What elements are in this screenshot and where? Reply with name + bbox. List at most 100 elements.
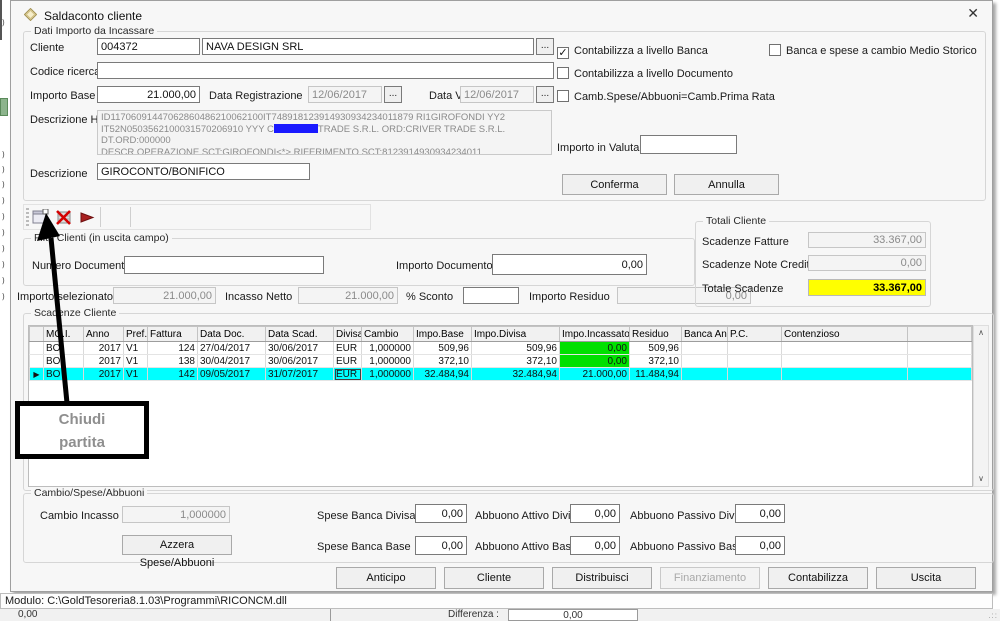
cell[interactable]	[682, 342, 728, 355]
cell[interactable]	[682, 355, 728, 368]
cell[interactable]: 138	[148, 355, 198, 368]
cell[interactable]: BO	[44, 355, 84, 368]
scroll-up-icon[interactable]: ∧	[974, 326, 988, 340]
cliente-lookup-button[interactable]: ...	[536, 38, 554, 55]
cambio-incasso-field[interactable]	[122, 506, 230, 523]
cell[interactable]	[728, 355, 782, 368]
cell[interactable]	[782, 342, 908, 355]
cell[interactable]	[782, 355, 908, 368]
distribuisci-button[interactable]: Distribuisci	[552, 567, 652, 589]
checkbox-contabilizza-banca[interactable]: ✓Contabilizza a livello Banca	[557, 41, 708, 59]
checkbox-banca-spese-medio-storico[interactable]: Banca e spese a cambio Medio Storico	[769, 41, 977, 59]
column-header[interactable]: Pref.	[124, 327, 148, 342]
table-row[interactable]: BO2017V113830/04/201730/06/2017EUR1,0000…	[30, 355, 972, 368]
cell[interactable]: 30/06/2017	[266, 342, 334, 355]
cell[interactable]: V1	[124, 342, 148, 355]
vertical-scrollbar[interactable]: ∧ ∨	[973, 325, 989, 487]
column-header[interactable]: Divisa	[334, 327, 362, 342]
importo-base-field[interactable]	[97, 86, 200, 103]
cliente-name-field[interactable]	[202, 38, 534, 55]
close-item-icon[interactable]	[55, 209, 73, 226]
column-header[interactable]: P.C.	[728, 327, 782, 342]
cell[interactable]	[682, 368, 728, 381]
checkbox-contabilizza-documento[interactable]: Contabilizza a livello Documento	[557, 64, 733, 82]
cell[interactable]: 124	[148, 342, 198, 355]
cell[interactable]: 2017	[84, 342, 124, 355]
table-row[interactable]: ▶BO2017V114209/05/201731/07/2017EUR1,000…	[30, 368, 972, 381]
descrizione-field[interactable]	[97, 163, 310, 180]
cell[interactable]: V1	[124, 355, 148, 368]
cell[interactable]: 509,96	[414, 342, 472, 355]
uscita-button[interactable]: Uscita	[876, 567, 976, 589]
spese-banca-base-field[interactable]	[415, 536, 467, 555]
cell[interactable]: 2017	[84, 355, 124, 368]
row-marker-cell[interactable]	[30, 342, 44, 355]
cliente-button[interactable]: Cliente	[444, 567, 544, 589]
cell[interactable]: 2017	[84, 368, 124, 381]
cell[interactable]: 09/05/2017	[198, 368, 266, 381]
abbuono-passivo-divisa-field[interactable]	[735, 504, 785, 523]
cell[interactable]: 0,00	[560, 342, 630, 355]
checkbox-contabilizza-documento-box[interactable]	[557, 67, 569, 79]
scroll-down-icon[interactable]: ∨	[974, 472, 988, 486]
cell[interactable]: 30/04/2017	[198, 355, 266, 368]
cell[interactable]: 32.484,94	[414, 368, 472, 381]
cell[interactable]: 372,10	[630, 355, 682, 368]
cell[interactable]: 142	[148, 368, 198, 381]
cell[interactable]	[728, 342, 782, 355]
anticipo-button[interactable]: Anticipo	[336, 567, 436, 589]
sconto-field[interactable]	[463, 287, 519, 304]
data-valuta-lookup-button[interactable]: ...	[536, 86, 554, 103]
row-marker-cell[interactable]	[30, 355, 44, 368]
abbuono-attivo-base-field[interactable]	[570, 536, 620, 555]
column-header[interactable]: Impo.Base	[414, 327, 472, 342]
cell[interactable]: 1,000000	[362, 368, 414, 381]
cell[interactable]: 32.484,94	[472, 368, 560, 381]
cell[interactable]: 509,96	[472, 342, 560, 355]
checkbox-banca-spese-medio-storico-box[interactable]	[769, 44, 781, 56]
table-row[interactable]: BO2017V112427/04/201730/06/2017EUR1,0000…	[30, 342, 972, 355]
cell[interactable]: EUR	[334, 368, 362, 381]
cell[interactable]: EUR	[334, 355, 362, 368]
column-header[interactable]: Banca Ant.	[682, 327, 728, 342]
checkbox-camb-spese-abbuoni[interactable]: Camb.Spese/Abbuoni=Camb.Prima Rata	[557, 87, 775, 105]
row-marker-cell[interactable]: ▶	[30, 368, 44, 381]
column-header[interactable]: Impo.Incassato	[560, 327, 630, 342]
cell[interactable]: 372,10	[472, 355, 560, 368]
toolbar-grip[interactable]	[26, 208, 29, 226]
checkbox-camb-spese-abbuoni-box[interactable]	[557, 90, 569, 102]
abbuono-attivo-divisa-field[interactable]	[570, 504, 620, 523]
close-icon[interactable]: ✕	[967, 6, 979, 20]
cell[interactable]: 1,000000	[362, 355, 414, 368]
cell[interactable]: V1	[124, 368, 148, 381]
cell[interactable]: 31/07/2017	[266, 368, 334, 381]
red-arrow-icon[interactable]	[79, 209, 97, 226]
cell[interactable]: BO	[44, 368, 84, 381]
conferma-button[interactable]: Conferma	[562, 174, 667, 195]
contabilizza-button[interactable]: Contabilizza	[768, 567, 868, 589]
cell[interactable]: 27/04/2017	[198, 342, 266, 355]
importo-documento-field[interactable]	[492, 254, 647, 275]
cell[interactable]: 1,000000	[362, 342, 414, 355]
cell[interactable]	[782, 368, 908, 381]
numero-documento-field[interactable]	[124, 256, 324, 274]
data-registrazione-field[interactable]	[308, 86, 382, 103]
importo-selezionato-field[interactable]	[113, 287, 216, 304]
cell[interactable]: 30/06/2017	[266, 355, 334, 368]
codice-ricerca-field[interactable]	[97, 62, 554, 79]
cliente-code-field[interactable]	[97, 38, 200, 55]
abbuono-passivo-base-field[interactable]	[735, 536, 785, 555]
finanziamento-button[interactable]: Finanziamento	[660, 567, 760, 589]
spese-banca-divisa-field[interactable]	[415, 504, 467, 523]
column-header[interactable]: Cambio	[362, 327, 414, 342]
cell[interactable]: EUR	[334, 342, 362, 355]
scadenze-fatture-field[interactable]	[808, 232, 926, 248]
cell[interactable]: 372,10	[414, 355, 472, 368]
column-header[interactable]: MO.I.	[44, 327, 84, 342]
column-header[interactable]: Anno	[84, 327, 124, 342]
cell[interactable]	[728, 368, 782, 381]
cell[interactable]: 509,96	[630, 342, 682, 355]
importo-in-valuta-field[interactable]	[640, 135, 737, 154]
resize-grip[interactable]: .::	[988, 611, 998, 620]
column-header[interactable]: Data Doc.	[198, 327, 266, 342]
